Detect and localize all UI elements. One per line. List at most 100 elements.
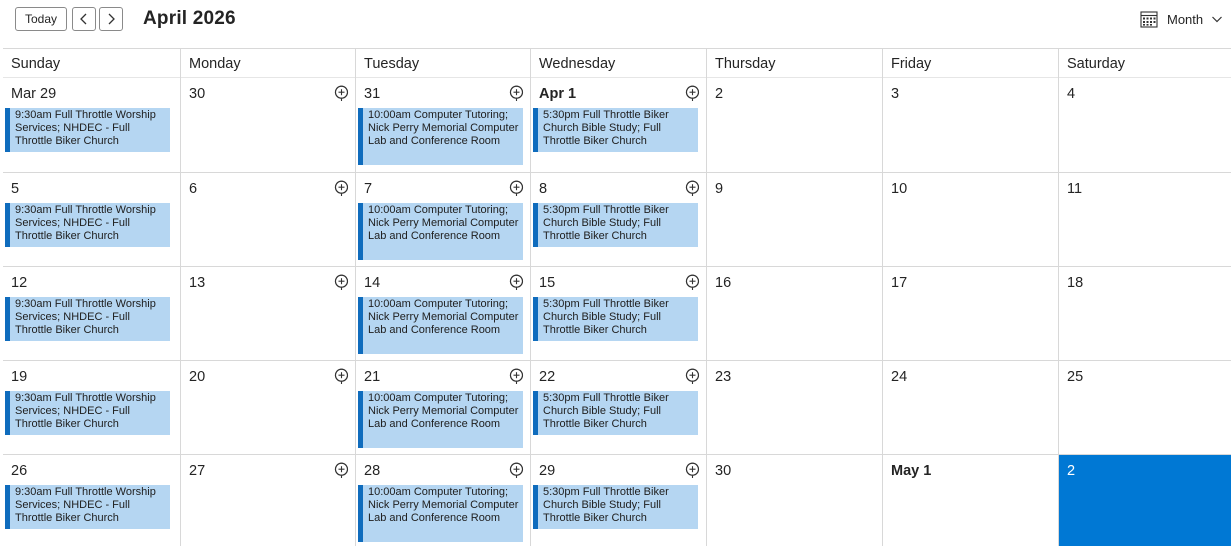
- day-cell[interactable]: 7 10:00am Computer Tutoring; Nick Perry M…: [355, 172, 530, 266]
- calendar-event[interactable]: 10:00am Computer Tutoring; Nick Perry Me…: [358, 391, 523, 448]
- day-number: 28: [364, 463, 381, 479]
- weekday-monday: Monday: [180, 49, 355, 78]
- day-cell[interactable]: Mar 29 9:30am Full Throttle Worship Servi…: [3, 78, 180, 172]
- day-cell[interactable]: 16: [706, 266, 882, 360]
- day-cell[interactable]: 4: [1058, 78, 1231, 172]
- calendar-toolbar: Today April 2026 Month: [0, 0, 1231, 48]
- chevron-right-icon: [108, 13, 115, 25]
- day-cell[interactable]: 2: [706, 78, 882, 172]
- day-cell[interactable]: 11: [1058, 172, 1231, 266]
- calendar-event[interactable]: 10:00am Computer Tutoring; Nick Perry Me…: [358, 108, 523, 165]
- day-number: 2: [715, 86, 724, 102]
- next-month-button[interactable]: [99, 7, 123, 31]
- calendar-event[interactable]: 9:30am Full Throttle Worship Services; N…: [5, 108, 170, 152]
- day-cell[interactable]: 6: [180, 172, 355, 266]
- day-cell[interactable]: 8 5:30pm Full Throttle Biker Church Bible…: [530, 172, 706, 266]
- add-event-icon[interactable]: [509, 368, 524, 385]
- day-cell[interactable]: 27: [180, 454, 355, 546]
- add-event-icon[interactable]: [509, 274, 524, 291]
- day-number: 30: [715, 463, 732, 479]
- day-number: Mar 29: [11, 86, 57, 102]
- day-number: 7: [364, 181, 373, 197]
- day-cell[interactable]: 24: [882, 360, 1058, 454]
- day-cell[interactable]: Apr 1 5:30pm Full Throttle Biker Church B…: [530, 78, 706, 172]
- day-number: 9: [715, 181, 724, 197]
- day-cell[interactable]: 15 5:30pm Full Throttle Biker Church Bibl…: [530, 266, 706, 360]
- day-number: 14: [364, 275, 381, 291]
- day-cell[interactable]: 20: [180, 360, 355, 454]
- calendar-event[interactable]: 9:30am Full Throttle Worship Services; N…: [5, 391, 170, 435]
- day-number: 23: [715, 369, 732, 385]
- add-event-icon[interactable]: [685, 274, 700, 291]
- day-number: 27: [189, 463, 206, 479]
- calendar-event[interactable]: 5:30pm Full Throttle Biker Church Bible …: [533, 391, 698, 435]
- day-cell[interactable]: 26 9:30am Full Throttle Worship Services;…: [3, 454, 180, 546]
- day-cell[interactable]: 2: [1058, 454, 1231, 546]
- day-number: 4: [1067, 86, 1076, 102]
- day-cell[interactable]: 9: [706, 172, 882, 266]
- day-number: 12: [11, 275, 28, 291]
- calendar-event[interactable]: 10:00am Computer Tutoring; Nick Perry Me…: [358, 203, 523, 260]
- month-title: April 2026: [143, 8, 236, 29]
- day-number: 31: [364, 86, 381, 102]
- calendar-grid-icon: [1140, 11, 1158, 28]
- day-number: 19: [11, 369, 28, 385]
- calendar-event[interactable]: 9:30am Full Throttle Worship Services; N…: [5, 203, 170, 247]
- day-cell[interactable]: 22 5:30pm Full Throttle Biker Church Bibl…: [530, 360, 706, 454]
- day-cell[interactable]: 23: [706, 360, 882, 454]
- add-event-icon[interactable]: [685, 85, 700, 102]
- day-number: 22: [539, 369, 556, 385]
- day-cell[interactable]: 13: [180, 266, 355, 360]
- view-switcher[interactable]: Month: [1140, 9, 1226, 29]
- day-cell[interactable]: 12 9:30am Full Throttle Worship Services;…: [3, 266, 180, 360]
- day-number: 8: [539, 181, 548, 197]
- calendar-event[interactable]: 5:30pm Full Throttle Biker Church Bible …: [533, 297, 698, 341]
- calendar-event[interactable]: 5:30pm Full Throttle Biker Church Bible …: [533, 108, 698, 152]
- day-cell[interactable]: 17: [882, 266, 1058, 360]
- calendar-event[interactable]: 10:00am Computer Tutoring; Nick Perry Me…: [358, 485, 523, 542]
- day-cell[interactable]: 10: [882, 172, 1058, 266]
- calendar-event[interactable]: 5:30pm Full Throttle Biker Church Bible …: [533, 203, 698, 247]
- add-event-icon[interactable]: [685, 462, 700, 479]
- day-cell[interactable]: 30: [180, 78, 355, 172]
- calendar-event[interactable]: 5:30pm Full Throttle Biker Church Bible …: [533, 485, 698, 529]
- day-number: 20: [189, 369, 206, 385]
- add-event-icon[interactable]: [334, 85, 349, 102]
- day-cell[interactable]: 31 10:00am Computer Tutoring; Nick Perry …: [355, 78, 530, 172]
- day-cell[interactable]: 30: [706, 454, 882, 546]
- day-cell[interactable]: 19 9:30am Full Throttle Worship Services;…: [3, 360, 180, 454]
- day-cell[interactable]: 28 10:00am Computer Tutoring; Nick Perry …: [355, 454, 530, 546]
- day-cell[interactable]: May 1: [882, 454, 1058, 546]
- add-event-icon[interactable]: [509, 85, 524, 102]
- add-event-icon[interactable]: [509, 462, 524, 479]
- calendar-event[interactable]: 9:30am Full Throttle Worship Services; N…: [5, 485, 170, 529]
- calendar-event[interactable]: 9:30am Full Throttle Worship Services; N…: [5, 297, 170, 341]
- month-grid: Sunday Monday Tuesday Wednesday Thursday Frid…: [3, 48, 1231, 546]
- day-cell[interactable]: 14 10:00am Computer Tutoring; Nick Perry …: [355, 266, 530, 360]
- weekday-thursday: Thursday: [706, 49, 882, 78]
- chevron-down-icon: [1212, 16, 1223, 23]
- day-cell[interactable]: 21 10:00am Computer Tutoring; Nick Perry …: [355, 360, 530, 454]
- day-cell[interactable]: 29 5:30pm Full Throttle Biker Church Bibl…: [530, 454, 706, 546]
- day-cell[interactable]: 18: [1058, 266, 1231, 360]
- weekday-tuesday: Tuesday: [355, 49, 530, 78]
- day-number: 26: [11, 463, 28, 479]
- add-event-icon[interactable]: [334, 180, 349, 197]
- weekday-header: Sunday Monday Tuesday Wednesday Thursday Frid…: [3, 49, 1231, 78]
- day-number: 25: [1067, 369, 1084, 385]
- calendar-event[interactable]: 10:00am Computer Tutoring; Nick Perry Me…: [358, 297, 523, 354]
- today-button[interactable]: Today: [15, 7, 67, 31]
- previous-month-button[interactable]: [72, 7, 96, 31]
- add-event-icon[interactable]: [509, 180, 524, 197]
- day-number: 3: [891, 86, 900, 102]
- day-cell[interactable]: 3: [882, 78, 1058, 172]
- day-number: 21: [364, 369, 381, 385]
- add-event-icon[interactable]: [334, 462, 349, 479]
- add-event-icon[interactable]: [685, 180, 700, 197]
- day-cell[interactable]: 5 9:30am Full Throttle Worship Services; …: [3, 172, 180, 266]
- add-event-icon[interactable]: [685, 368, 700, 385]
- day-number: 30: [189, 86, 206, 102]
- add-event-icon[interactable]: [334, 368, 349, 385]
- add-event-icon[interactable]: [334, 274, 349, 291]
- day-cell[interactable]: 25: [1058, 360, 1231, 454]
